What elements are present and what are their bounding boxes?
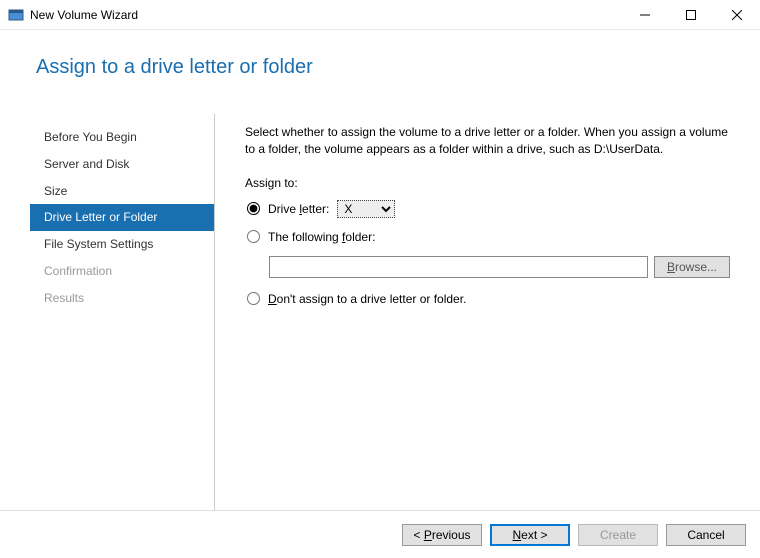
folder-option: The following folder: [245, 230, 730, 244]
page-title: Assign to a drive letter or folder [36, 56, 313, 79]
folder-label[interactable]: The following folder: [268, 230, 375, 244]
wizard-steps-sidebar: Before You BeginServer and DiskSizeDrive… [30, 114, 215, 510]
assign-to-label: Assign to: [245, 176, 730, 190]
next-button[interactable]: Next > [490, 524, 570, 546]
folder-path-input[interactable] [269, 256, 648, 278]
close-button[interactable] [714, 0, 760, 30]
description-text: Select whether to assign the volume to a… [245, 124, 730, 158]
sidebar-step-4[interactable]: File System Settings [30, 231, 214, 258]
maximize-button[interactable] [668, 0, 714, 30]
previous-button[interactable]: < Previous [402, 524, 482, 546]
drive-letter-select[interactable]: X [337, 200, 395, 218]
create-button: Create [578, 524, 658, 546]
minimize-button[interactable] [622, 0, 668, 30]
sidebar-step-1[interactable]: Server and Disk [30, 151, 214, 178]
sidebar-step-6: Results [30, 285, 214, 312]
detail-panel: Select whether to assign the volume to a… [215, 114, 730, 510]
drive-letter-radio[interactable] [247, 202, 260, 215]
dont-assign-radio[interactable] [247, 292, 260, 305]
sidebar-step-5: Confirmation [30, 258, 214, 285]
drive-letter-option: Drive letter: X [245, 200, 730, 218]
dont-assign-option: Don't assign to a drive letter or folder… [245, 292, 730, 306]
drive-letter-label[interactable]: Drive letter: [268, 202, 329, 216]
folder-radio[interactable] [247, 230, 260, 243]
dont-assign-label[interactable]: Don't assign to a drive letter or folder… [268, 292, 466, 306]
window-controls [622, 0, 760, 30]
sidebar-step-2[interactable]: Size [30, 178, 214, 205]
wizard-icon [8, 7, 24, 23]
sidebar-step-3[interactable]: Drive Letter or Folder [30, 204, 214, 231]
wizard-footer: < Previous Next > Create Cancel [0, 510, 760, 558]
browse-button[interactable]: Browse... [654, 256, 730, 278]
titlebar: New Volume Wizard [0, 0, 760, 30]
window-title: New Volume Wizard [30, 8, 622, 22]
cancel-button[interactable]: Cancel [666, 524, 746, 546]
sidebar-step-0[interactable]: Before You Begin [30, 124, 214, 151]
